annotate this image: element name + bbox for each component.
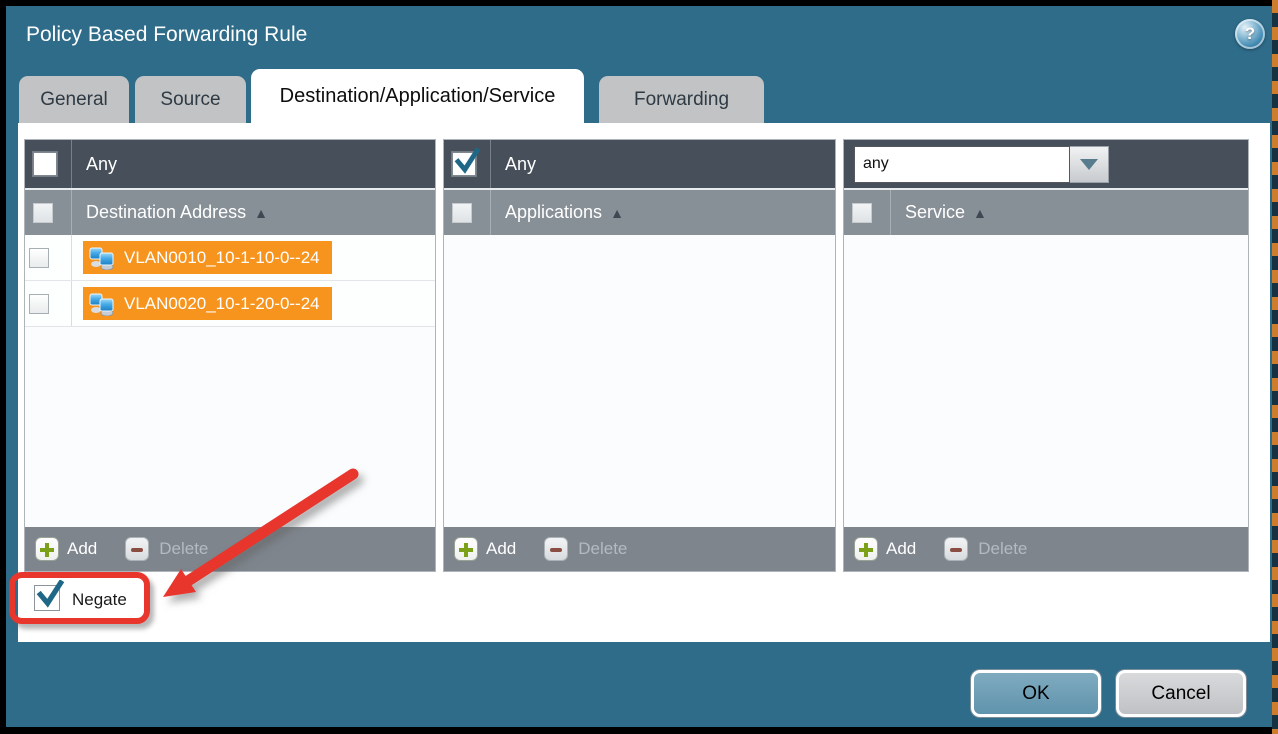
applications-footer: Add Delete (444, 527, 835, 571)
dialog-title: Policy Based Forwarding Rule (26, 23, 307, 47)
question-mark-icon: ? (1245, 24, 1255, 44)
service-dropdown[interactable]: any (854, 146, 1109, 183)
destination-any-row: Any (25, 140, 435, 188)
address-object-selected[interactable]: VLAN0010_10-1-10-0--24 (83, 241, 332, 274)
sort-ascending-icon: ▲ (973, 205, 987, 221)
capture-edge-dashes (1272, 0, 1278, 734)
minus-icon (544, 537, 568, 561)
tab-forwarding[interactable]: Forwarding (599, 76, 764, 123)
add-button[interactable]: Add (67, 539, 97, 559)
service-header-row[interactable]: Service ▲ (844, 188, 1248, 235)
applications-any-label: Any (505, 154, 536, 175)
table-row[interactable]: VLAN0020_10-1-20-0--24 (25, 281, 435, 327)
destination-address-column: Any Destination Address ▲ (24, 139, 436, 572)
ok-button[interactable]: OK (971, 670, 1101, 717)
policy-based-forwarding-rule-dialog: Policy Based Forwarding Rule ? General S… (6, 6, 1272, 727)
delete-button: Delete (978, 539, 1027, 559)
divider (490, 190, 491, 235)
delete-button: Delete (159, 539, 208, 559)
destination-any-label: Any (86, 154, 117, 175)
plus-icon[interactable] (35, 537, 59, 561)
row-checkbox-cell (25, 235, 72, 280)
address-object-selected[interactable]: VLAN0020_10-1-20-0--24 (83, 287, 332, 320)
plus-icon[interactable] (454, 537, 478, 561)
tab-general[interactable]: General (19, 76, 129, 123)
applications-column-header: Applications (505, 202, 602, 223)
service-footer: Add Delete (844, 527, 1248, 571)
divider (71, 190, 72, 235)
negate-label: Negate (72, 590, 127, 610)
tab-source[interactable]: Source (135, 76, 246, 123)
applications-column: Any Applications ▲ Add Delete (443, 139, 836, 572)
add-button[interactable]: Add (886, 539, 916, 559)
plus-icon[interactable] (854, 537, 878, 561)
address-object-label: VLAN0020_10-1-20-0--24 (124, 294, 320, 314)
sort-ascending-icon: ▲ (254, 205, 268, 221)
destination-footer: Add Delete (25, 527, 435, 571)
row-checkbox-cell (25, 281, 72, 326)
destination-any-checkbox[interactable] (33, 152, 57, 176)
negate-checkbox-checked[interactable] (34, 585, 60, 611)
destination-header-row[interactable]: Destination Address ▲ (25, 188, 435, 235)
divider (490, 140, 491, 188)
divider (71, 140, 72, 188)
minus-icon (125, 537, 149, 561)
applications-list-empty (444, 235, 835, 527)
chevron-down-icon (1080, 159, 1098, 170)
service-column-header: Service (905, 202, 965, 223)
network-computers-icon (89, 245, 116, 270)
applications-any-row: Any (444, 140, 835, 188)
sort-ascending-icon: ▲ (610, 205, 624, 221)
destination-column-header: Destination Address (86, 202, 246, 223)
service-dropdown-value[interactable]: any (854, 146, 1070, 183)
minus-icon (944, 537, 968, 561)
service-dropdown-row: any (844, 140, 1248, 188)
help-icon[interactable]: ? (1235, 19, 1265, 49)
address-object-label: VLAN0010_10-1-10-0--24 (124, 248, 320, 268)
service-select-all-checkbox[interactable] (852, 203, 872, 223)
destination-list: VLAN0010_10-1-10-0--24 VLAN0020_10-1-20-… (25, 235, 435, 527)
dropdown-button[interactable] (1070, 146, 1109, 183)
service-list-empty (844, 235, 1248, 527)
destination-select-all-checkbox[interactable] (33, 203, 53, 223)
cancel-button[interactable]: Cancel (1116, 670, 1246, 717)
network-computers-icon (89, 291, 116, 316)
service-column: any Service ▲ Add Delete (843, 139, 1249, 572)
row-checkbox[interactable] (29, 294, 49, 314)
divider (890, 190, 891, 235)
checkmark-icon (454, 148, 481, 175)
add-button[interactable]: Add (486, 539, 516, 559)
applications-select-all-checkbox[interactable] (452, 203, 472, 223)
delete-button: Delete (578, 539, 627, 559)
row-checkbox[interactable] (29, 248, 49, 268)
tab-destination-application-service[interactable]: Destination/Application/Service (251, 69, 584, 123)
applications-any-checkbox-checked[interactable] (452, 152, 476, 176)
table-row[interactable]: VLAN0010_10-1-10-0--24 (25, 235, 435, 281)
applications-header-row[interactable]: Applications ▲ (444, 188, 835, 235)
